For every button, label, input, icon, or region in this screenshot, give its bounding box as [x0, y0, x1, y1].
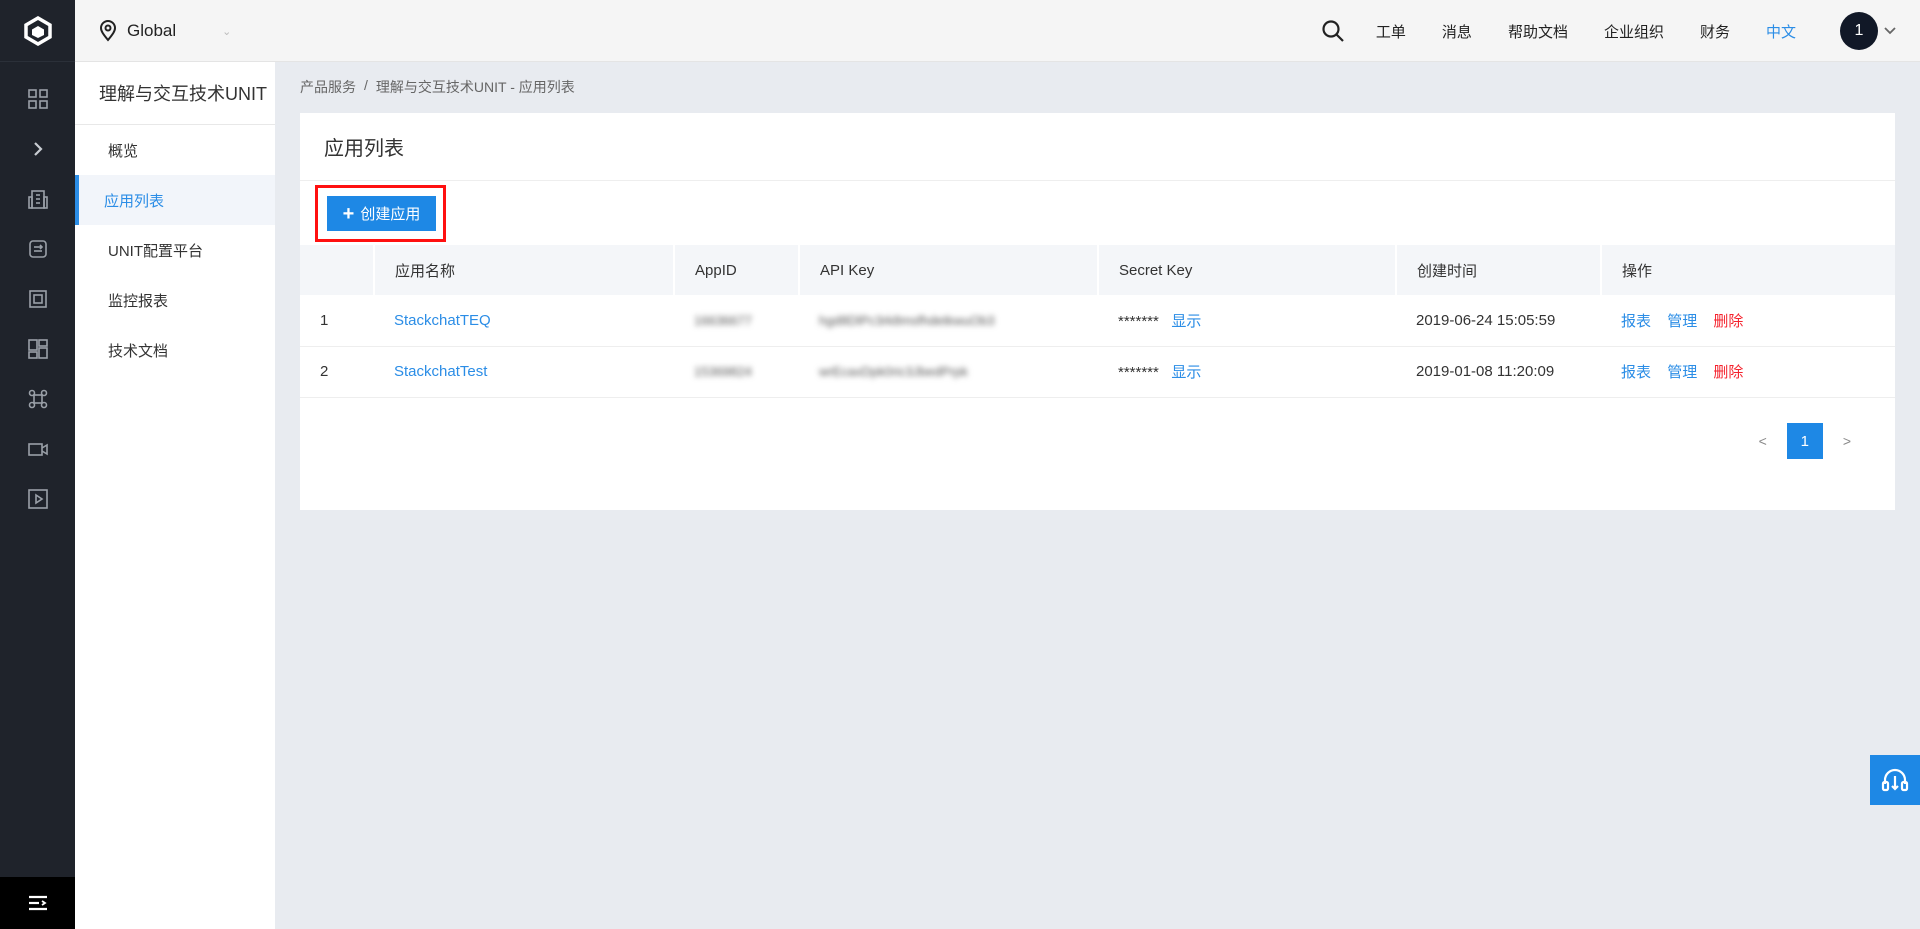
col-appid: AppID [674, 245, 800, 295]
left-rail [0, 0, 75, 929]
building-icon[interactable] [0, 174, 75, 224]
col-actions: 操作 [1601, 245, 1895, 295]
play-icon[interactable] [0, 474, 75, 524]
command-icon[interactable] [0, 374, 75, 424]
breadcrumb: 产品服务 / 理解与交互技术UNIT - 应用列表 [300, 77, 575, 97]
page-1-button[interactable]: 1 [1786, 423, 1823, 459]
nav-help-docs[interactable]: 帮助文档 [1508, 21, 1568, 42]
pagination: < 1 > [1755, 423, 1855, 459]
server-icon[interactable] [0, 274, 75, 324]
nav-ticket[interactable]: 工单 [1376, 21, 1406, 42]
breadcrumb-root[interactable]: 产品服务 [300, 77, 356, 97]
created-time: 2019-01-08 11:20:09 [1396, 346, 1601, 398]
create-app-label: 创建应用 [360, 206, 421, 223]
product-sidebar: 理解与交互技术UNIT 概览 应用列表 UNIT配置平台 监控报表 技术文档 [75, 62, 275, 929]
show-secret-link[interactable]: 显示 [1171, 313, 1201, 330]
nav-messages[interactable]: 消息 [1442, 21, 1472, 42]
table-header-row: 应用名称 AppID API Key Secret Key 创建时间 操作 [300, 245, 1895, 295]
chevron-down-icon[interactable] [1884, 27, 1896, 35]
api-key-value: hgd8DlPc3rk8msfhdetkwuOb3 [819, 312, 995, 328]
table-row: 1 StackchatTEQ 16636677 hgd8DlPc3rk8msfh… [300, 295, 1895, 347]
expand-chevron-icon[interactable] [0, 124, 75, 174]
avatar[interactable]: 1 [1840, 12, 1878, 50]
sidebar-item-app-list[interactable]: 应用列表 [75, 175, 275, 225]
video-icon[interactable] [0, 424, 75, 474]
sidebar-item-overview[interactable]: 概览 [75, 125, 275, 175]
region-chevron-icon: ⌄ [222, 25, 232, 38]
dashboard-icon[interactable] [0, 324, 75, 374]
product-title: 理解与交互技术UNIT [75, 62, 275, 125]
nav-finance[interactable]: 财务 [1700, 21, 1730, 42]
language-switch[interactable]: 中文 [1766, 21, 1796, 42]
prev-page-button[interactable]: < [1755, 429, 1771, 453]
plus-icon: + [342, 202, 355, 225]
secret-key-mask: ******* [1118, 312, 1159, 330]
region-selector[interactable]: Global ⌄ [99, 0, 231, 62]
top-nav: 工单 消息 帮助文档 企业组织 财务 中文 1 [1318, 0, 1920, 62]
headset-icon[interactable] [1870, 755, 1920, 805]
report-link[interactable]: 报表 [1621, 364, 1651, 381]
menu-icon[interactable] [0, 877, 75, 929]
manage-link[interactable]: 管理 [1667, 313, 1697, 330]
app-list-panel: 应用列表 + 创建应用 应用名称 AppID API Key Secret Ke… [300, 113, 1895, 510]
table-row: 2 StackchatTest 15369824 wrEcaxDpk0ric3J… [300, 346, 1895, 398]
grid-icon[interactable] [0, 74, 75, 124]
sidebar-item-monitor-reports[interactable]: 监控报表 [75, 275, 275, 325]
col-app-name: 应用名称 [374, 245, 675, 295]
next-page-button[interactable]: > [1839, 429, 1855, 453]
create-app-button[interactable]: + 创建应用 [327, 196, 436, 231]
appid-value: 16636677 [694, 312, 752, 328]
sidebar-item-tech-docs[interactable]: 技术文档 [75, 325, 275, 375]
database-icon[interactable] [0, 224, 75, 274]
highlight-box: + 创建应用 [315, 185, 446, 242]
app-name-link[interactable]: StackchatTEQ [394, 312, 491, 329]
breadcrumb-current: 理解与交互技术UNIT - 应用列表 [375, 79, 575, 95]
app-name-link[interactable]: StackchatTest [394, 363, 487, 380]
location-pin-icon [99, 20, 117, 42]
page-title: 应用列表 [300, 113, 1895, 181]
logo-icon[interactable] [0, 0, 75, 62]
col-secret-key: Secret Key [1098, 245, 1397, 295]
delete-link[interactable]: 删除 [1713, 364, 1743, 381]
search-icon[interactable] [1318, 16, 1348, 46]
row-index: 1 [300, 295, 374, 347]
appid-value: 15369824 [694, 364, 752, 379]
row-index: 2 [300, 346, 374, 398]
col-index [300, 245, 375, 295]
report-link[interactable]: 报表 [1621, 313, 1651, 330]
col-created-time: 创建时间 [1396, 245, 1602, 295]
show-secret-link[interactable]: 显示 [1171, 364, 1201, 381]
breadcrumb-separator: / [364, 77, 368, 93]
col-api-key: API Key [799, 245, 1099, 295]
app-table: 应用名称 AppID API Key Secret Key 创建时间 操作 1 … [300, 245, 1895, 398]
sidebar-item-unit-config[interactable]: UNIT配置平台 [75, 225, 275, 275]
nav-organization[interactable]: 企业组织 [1604, 21, 1664, 42]
secret-key-mask: ******* [1118, 364, 1159, 381]
api-key-value: wrEcaxDpk0ric3JbedPrpk [819, 364, 968, 379]
delete-link[interactable]: 删除 [1713, 313, 1743, 330]
top-bar: Global ⌄ 工单 消息 帮助文档 企业组织 财务 中文 1 [75, 0, 1920, 62]
region-label: Global [127, 21, 177, 40]
created-time: 2019-06-24 15:05:59 [1396, 295, 1601, 347]
manage-link[interactable]: 管理 [1667, 364, 1697, 381]
